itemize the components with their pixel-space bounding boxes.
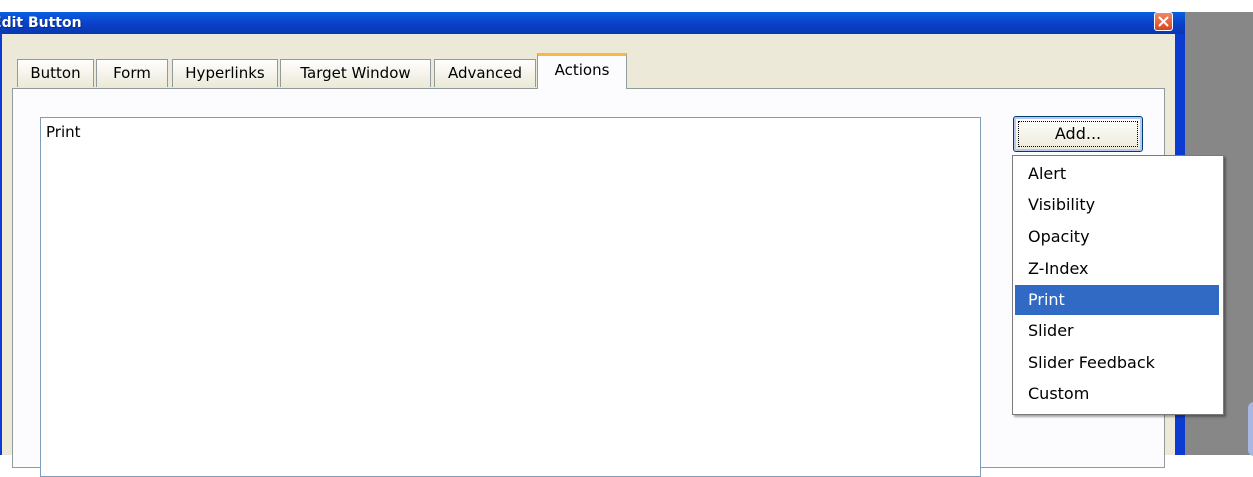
edit-button-dialog: Edit Button Button Form Hyperlinks Targe… <box>0 0 1253 477</box>
top-strip <box>0 0 1253 12</box>
dialog-body: Button Form Hyperlinks Target Window Adv… <box>2 34 1175 477</box>
list-item[interactable]: Print <box>46 122 81 142</box>
menu-item-alert[interactable]: Alert <box>1015 159 1219 189</box>
close-button[interactable] <box>1154 12 1173 31</box>
menu-item-print[interactable]: Print <box>1015 285 1219 315</box>
title-bar[interactable]: Edit Button <box>0 12 1185 34</box>
tab-advanced[interactable]: Advanced <box>434 59 536 87</box>
tab-form[interactable]: Form <box>96 59 168 87</box>
close-icon <box>1158 16 1169 27</box>
tab-hyperlinks[interactable]: Hyperlinks <box>172 59 278 87</box>
window-title: Edit Button <box>0 15 82 31</box>
actions-tab-panel: Print Add... <box>12 88 1165 477</box>
tab-button[interactable]: Button <box>17 59 94 87</box>
tab-actions[interactable]: Actions <box>537 53 627 89</box>
add-button[interactable]: Add... <box>1013 116 1143 152</box>
desktop-widget <box>1248 402 1253 456</box>
add-action-menu: Alert Visibility Opacity Z-Index Print S… <box>1012 155 1224 415</box>
tab-target-window[interactable]: Target Window <box>280 59 431 87</box>
add-button-label: Add... <box>1054 124 1102 143</box>
menu-item-slider[interactable]: Slider <box>1015 316 1219 346</box>
menu-item-custom[interactable]: Custom <box>1015 379 1219 409</box>
actions-list[interactable]: Print <box>40 117 981 477</box>
menu-item-slider-feedback[interactable]: Slider Feedback <box>1015 348 1219 378</box>
menu-item-visibility[interactable]: Visibility <box>1015 190 1219 220</box>
menu-item-opacity[interactable]: Opacity <box>1015 222 1219 252</box>
menu-item-z-index[interactable]: Z-Index <box>1015 254 1219 284</box>
